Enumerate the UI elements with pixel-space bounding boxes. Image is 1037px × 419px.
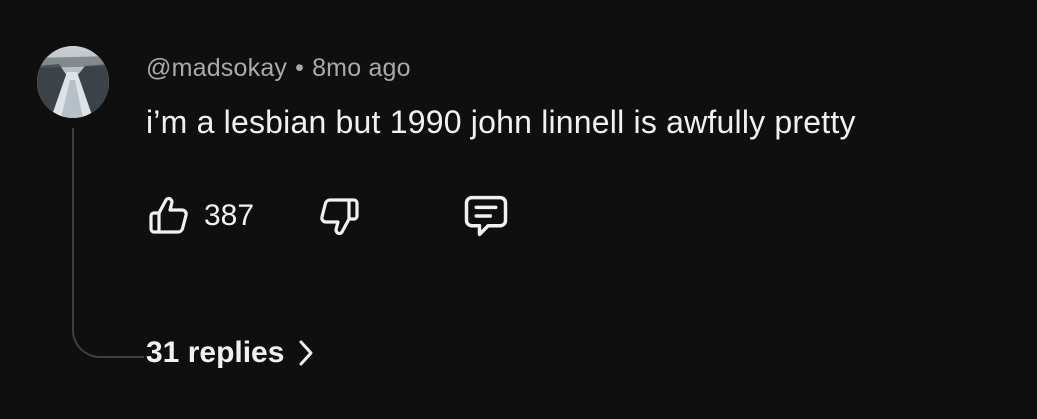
like-count: 387 bbox=[204, 199, 255, 232]
chevron-right-icon bbox=[298, 339, 314, 367]
replies-count-label: 31 replies bbox=[146, 336, 285, 369]
view-replies-button[interactable]: 31 replies bbox=[146, 336, 314, 370]
dislike-button[interactable] bbox=[312, 190, 366, 242]
thumbs-down-icon bbox=[320, 198, 359, 236]
comment-meta: @madsokay • 8mo ago bbox=[146, 54, 411, 83]
comment-thread: @madsokay • 8mo ago i’m a lesbian but 1990… bbox=[0, 0, 1037, 419]
comment-timestamp[interactable]: 8mo ago bbox=[312, 54, 411, 82]
like-button[interactable]: 387 bbox=[144, 190, 254, 242]
author-handle[interactable]: @madsokay bbox=[146, 54, 287, 82]
thread-connector-line bbox=[72, 128, 144, 358]
thumbs-up-icon bbox=[149, 196, 188, 234]
avatar-image bbox=[37, 46, 109, 118]
comment-actions: 387 bbox=[140, 190, 540, 242]
comment-text: i’m a lesbian but 1990 john linnell is a… bbox=[146, 104, 856, 140]
reply-button[interactable] bbox=[458, 190, 514, 242]
meta-separator: • bbox=[295, 54, 305, 82]
comment-icon bbox=[464, 195, 508, 237]
avatar[interactable] bbox=[37, 46, 109, 118]
